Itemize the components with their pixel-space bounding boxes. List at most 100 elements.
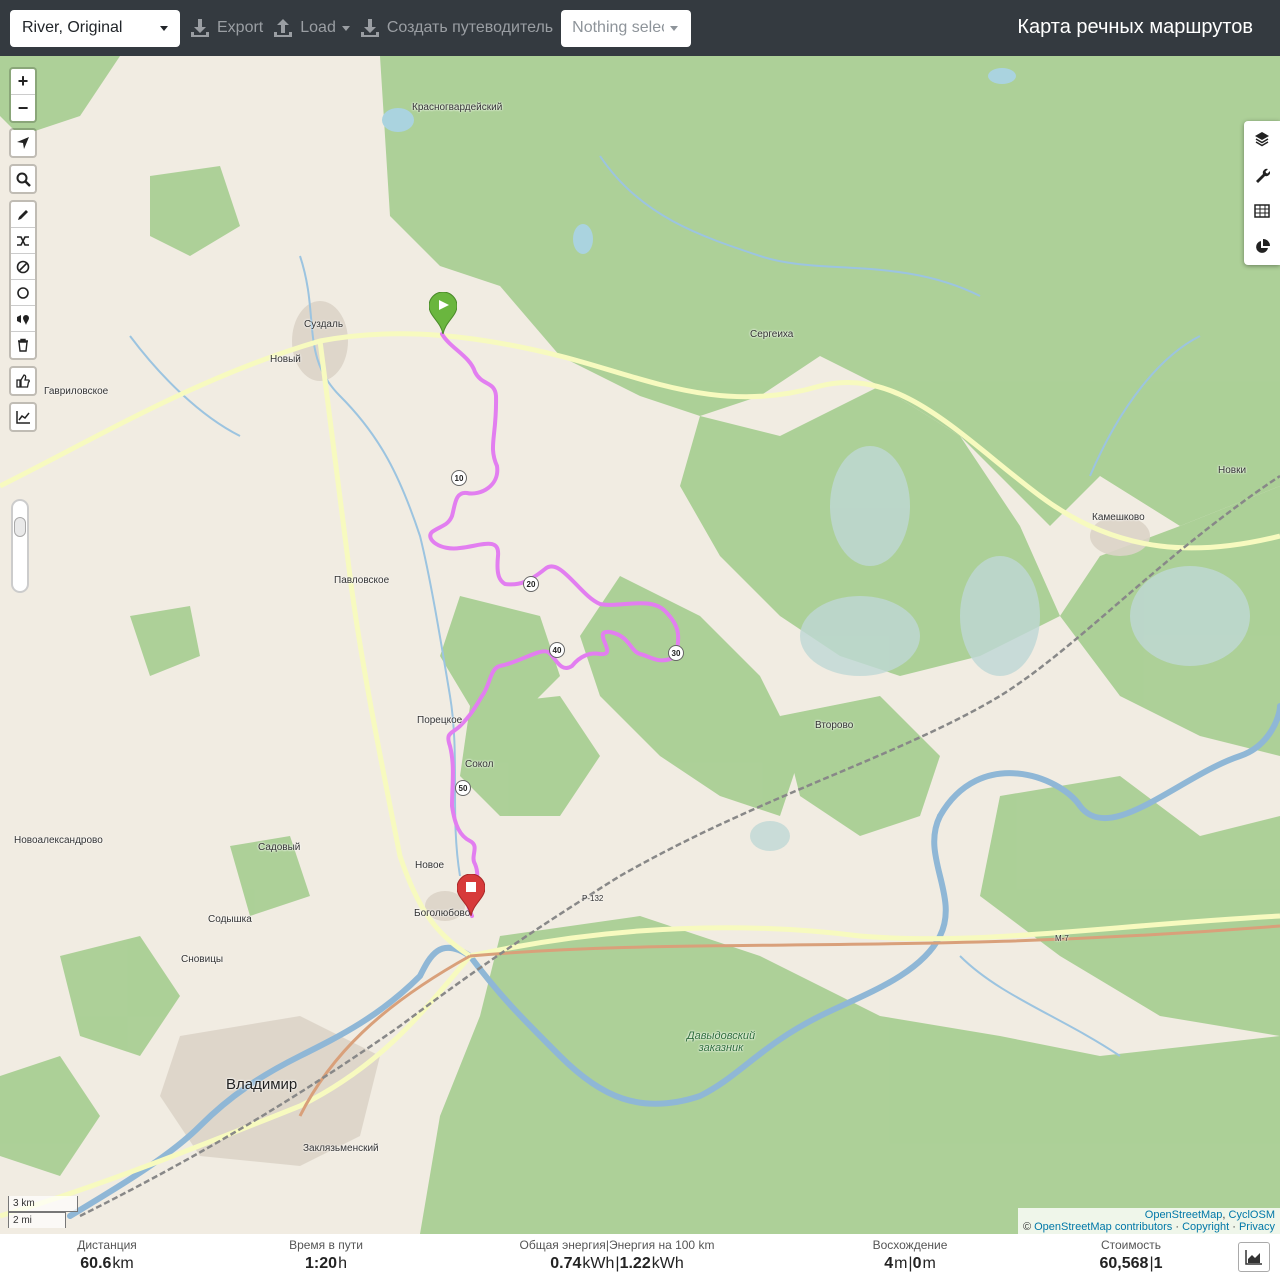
stat-value: 60.6km: [80, 1255, 134, 1272]
place-label: Новый: [270, 354, 301, 365]
km-marker: 20: [523, 576, 539, 592]
contributors-link[interactable]: OpenStreetMap contributors: [1034, 1221, 1172, 1233]
place-label: Красногвардейский: [412, 102, 503, 113]
export-button[interactable]: Export: [190, 10, 263, 47]
create-guide-label: Создать путеводитель: [386, 19, 554, 36]
trash-icon: [18, 338, 28, 352]
circle-button[interactable]: [11, 280, 35, 306]
area-chart-icon: [1245, 1250, 1262, 1265]
stat-label: Время в пути: [289, 1238, 363, 1252]
stats-bar: Дистанция 60.6km Время в пути 1:20h Обща…: [0, 1234, 1280, 1280]
stat-value: 60,568|1: [1099, 1255, 1163, 1272]
place-label: Заклязьменский: [303, 1143, 379, 1154]
scale-imperial: 2 mi: [8, 1212, 66, 1228]
cyclosm-link[interactable]: CyclOSM: [1229, 1209, 1275, 1221]
thumb-button[interactable]: [11, 368, 35, 394]
download-icon: [191, 19, 209, 37]
poi-icon: [17, 314, 29, 325]
copyright-link[interactable]: Copyright: [1182, 1221, 1229, 1233]
stat-time: Время в пути 1:20h: [280, 1238, 372, 1273]
edit-toolbar: [9, 200, 37, 360]
km-marker: 10: [451, 470, 467, 486]
load-button[interactable]: Load: [273, 10, 350, 47]
opacity-slider[interactable]: [11, 499, 29, 593]
stat-energy: Общая энергия|Энергия на 100 km 0.74kWh|…: [510, 1238, 724, 1273]
profile-select-value: River, Original: [22, 19, 123, 36]
circle-icon: [17, 286, 29, 299]
place-label-city: Владимир: [226, 1076, 298, 1093]
layers-icon: [1255, 132, 1269, 147]
create-guide-button[interactable]: Создать путеводитель: [360, 10, 553, 47]
no-go-button[interactable]: [11, 254, 35, 280]
export-label: Export: [217, 19, 264, 36]
place-label: Порецкое: [417, 715, 463, 726]
chart-icon: [15, 411, 30, 424]
km-marker: 30: [668, 645, 684, 661]
stats-button[interactable]: [1244, 229, 1280, 265]
layers-button[interactable]: [1244, 121, 1280, 157]
stat-cost: Стоимость 60,568|1: [1090, 1238, 1172, 1273]
stat-value: 4m|0m: [884, 1255, 936, 1272]
zoom-in-button[interactable]: +: [11, 69, 35, 95]
attribution: OpenStreetMap, CyclOSM © OpenStreetMap c…: [1017, 1208, 1280, 1234]
zoom-out-button[interactable]: −: [11, 95, 35, 121]
upload-icon: [274, 19, 293, 37]
place-label: Гавриловское: [44, 386, 109, 397]
route-select-value: Nothing selected: [572, 19, 664, 36]
slider-handle[interactable]: [14, 517, 26, 537]
scale-bar: 3 km 2 mi: [8, 1196, 78, 1228]
place-label: Суздаль: [304, 319, 344, 330]
settings-button[interactable]: [1244, 157, 1280, 193]
place-label: Сокол: [465, 759, 494, 770]
reserve-label: Давыдовский заказник: [686, 1030, 756, 1054]
place-label: Новки: [1218, 465, 1247, 476]
draw-icon: [18, 209, 28, 220]
profile-select[interactable]: River, Original: [10, 9, 180, 47]
feedback-control: [9, 366, 37, 396]
place-label: Садовый: [258, 842, 301, 853]
locate-button[interactable]: [11, 130, 35, 156]
delete-icon: [16, 260, 30, 273]
map-tiles: [0, 56, 1280, 1234]
locate-control: [9, 128, 37, 158]
search-button[interactable]: [11, 166, 35, 192]
search-icon: [16, 172, 31, 187]
app-title: Карта речных маршрутов: [1017, 16, 1253, 38]
place-label: Камешково: [1092, 512, 1145, 523]
scale-metric: 3 km: [8, 1196, 78, 1212]
start-marker-icon[interactable]: [429, 292, 457, 334]
osm-link[interactable]: OpenStreetMap: [1145, 1209, 1223, 1221]
stat-distance: Дистанция 60.6km: [66, 1238, 148, 1273]
stat-label: Общая энергия|Энергия на 100 km: [519, 1238, 715, 1252]
reverse-button[interactable]: [11, 228, 35, 254]
pie-icon: [1256, 239, 1270, 253]
place-label: Сергеиха: [750, 329, 794, 340]
draw-button[interactable]: [11, 202, 35, 228]
top-navbar: River, Original Export Load Создать путе…: [0, 0, 1280, 56]
chevron-down-icon: [670, 25, 679, 31]
place-label: Павловское: [334, 575, 390, 586]
trash-button[interactable]: [11, 332, 35, 358]
table-button[interactable]: [1244, 193, 1280, 229]
elevation-button[interactable]: [11, 404, 35, 430]
km-marker: 40: [549, 642, 565, 658]
elevation-profile-button[interactable]: [1238, 1242, 1270, 1272]
place-label: Содышка: [208, 914, 252, 925]
thumb-icon: [16, 374, 30, 388]
poi-button[interactable]: [11, 306, 35, 332]
map-canvas[interactable]: Красногвардейский Суздаль Новый Гаврилов…: [0, 56, 1280, 1234]
stat-label: Дистанция: [77, 1238, 137, 1252]
route-select[interactable]: Nothing selected: [561, 9, 692, 47]
stat-value: 0.74kWh|1.22kWh: [550, 1255, 684, 1272]
privacy-link[interactable]: Privacy: [1239, 1221, 1275, 1233]
place-label: Новое: [415, 860, 445, 871]
load-label: Load: [300, 19, 336, 36]
table-icon: [1254, 204, 1270, 218]
search-control: [9, 164, 37, 194]
elevation-control: [9, 402, 37, 432]
chevron-down-icon: [341, 25, 350, 31]
reverse-icon: [17, 235, 29, 246]
right-toolbar: [1244, 121, 1280, 265]
end-marker-icon[interactable]: [457, 874, 485, 916]
download-icon: [360, 19, 379, 37]
